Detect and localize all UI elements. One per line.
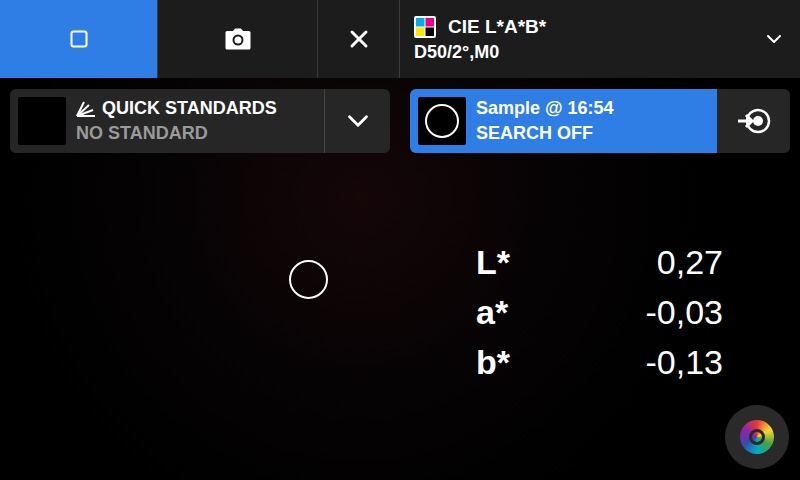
reading-value: 0,27 — [510, 243, 723, 282]
view-tab[interactable] — [0, 0, 158, 78]
color-space-selector[interactable]: CIE L*A*B* D50/2°,M0 — [400, 0, 800, 78]
reading-value: -0,13 — [510, 343, 723, 382]
camera-view: QUICK STANDARDS NO STANDARD Sample @ 16:54… — [0, 78, 800, 480]
screen: CIE L*A*B* D50/2°,M0 QUICK STANDARDS NO STA… — [0, 0, 800, 480]
card-row: QUICK STANDARDS NO STANDARD Sample @ 16:54… — [10, 89, 790, 153]
sample-swatch — [418, 97, 466, 145]
color-space-title: CIE L*A*B* — [448, 16, 546, 38]
sample-card: Sample @ 16:54 SEARCH OFF — [410, 89, 790, 153]
sample-title: Sample @ 16:54 — [476, 98, 614, 119]
color-wheel-button[interactable] — [725, 405, 789, 469]
sample-ring — [425, 104, 459, 138]
standards-icon — [76, 101, 96, 117]
aim-reticle — [289, 260, 328, 299]
reading-label: L* — [476, 243, 510, 282]
close-icon — [345, 25, 373, 53]
close-tab[interactable] — [318, 0, 400, 78]
camera-tab[interactable] — [158, 0, 318, 78]
standard-title: QUICK STANDARDS — [76, 98, 277, 119]
standard-selector[interactable]: QUICK STANDARDS NO STANDARD — [10, 89, 324, 153]
chevron-down-icon — [341, 104, 375, 138]
reading-label: b* — [476, 343, 510, 382]
readings-area: L*0,27a*-0,03b*-0,13 — [10, 237, 790, 387]
chevron-down-icon — [762, 27, 786, 51]
camera-icon — [225, 28, 251, 50]
reading-label: a* — [476, 293, 510, 332]
standard-dropdown-button[interactable] — [324, 89, 390, 153]
standard-card: QUICK STANDARDS NO STANDARD — [10, 89, 390, 153]
square-icon — [70, 30, 88, 48]
reading-value: -0,03 — [510, 293, 723, 332]
standard-swatch — [18, 97, 66, 145]
standard-value: NO STANDARD — [76, 123, 277, 144]
top-bar: CIE L*A*B* D50/2°,M0 — [0, 0, 800, 78]
readings-table: L*0,27a*-0,03b*-0,13 — [476, 237, 723, 387]
sample-selector[interactable]: Sample @ 16:54 SEARCH OFF — [410, 89, 717, 153]
color-wheel-icon — [740, 420, 774, 454]
measure-button[interactable] — [717, 89, 790, 153]
cmyk-icon — [414, 16, 436, 38]
measurement-conditions: D50/2°,M0 — [414, 42, 762, 63]
measure-target-icon — [737, 108, 771, 134]
sample-search: SEARCH OFF — [476, 123, 614, 144]
